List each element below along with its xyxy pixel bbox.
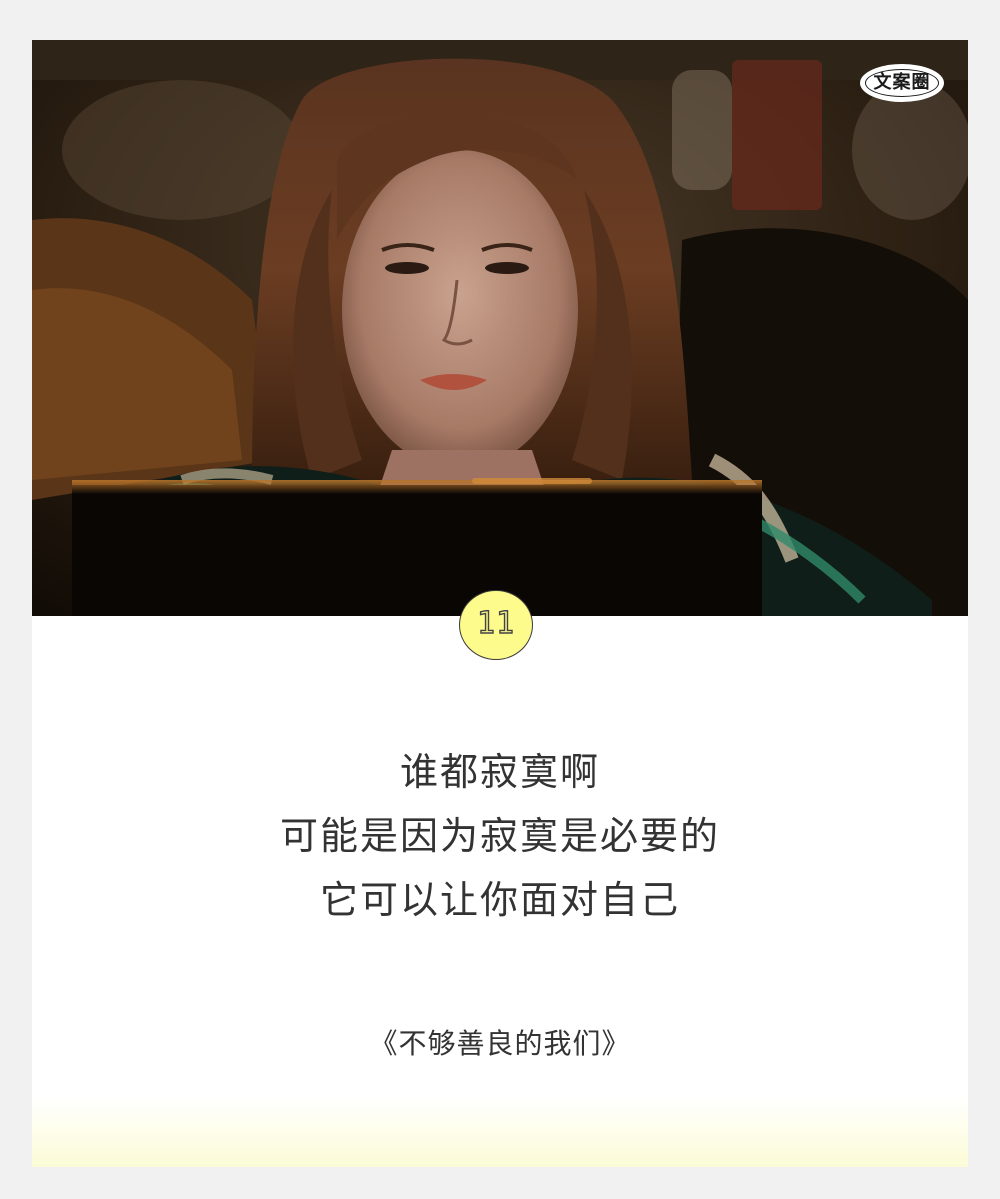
quote-line-1: 谁都寂寞啊: [399, 750, 600, 794]
number-badge: 11: [459, 590, 533, 660]
bottom-glow: [32, 1097, 968, 1167]
woman-at-laptop-illustration: [32, 40, 968, 616]
movie-still-photo: 文案圈: [32, 40, 968, 616]
quote-line-2: 可能是因为寂寞是必要的: [279, 814, 720, 858]
badge-number: 11: [476, 605, 516, 641]
watermark-logo: 文案圈: [860, 64, 944, 102]
quote-card: 文案圈 11 谁都寂寞啊 可能是因为寂寞是必要的 它可以让你面对自己 《不够善良…: [32, 40, 968, 1167]
quote-text: 谁都寂寞啊 可能是因为寂寞是必要的 它可以让你面对自己: [32, 740, 968, 932]
watermark-ring: [865, 69, 939, 97]
quote-line-3: 它可以让你面对自己: [319, 878, 680, 922]
source-title: 《不够善良的我们》: [369, 1027, 631, 1060]
